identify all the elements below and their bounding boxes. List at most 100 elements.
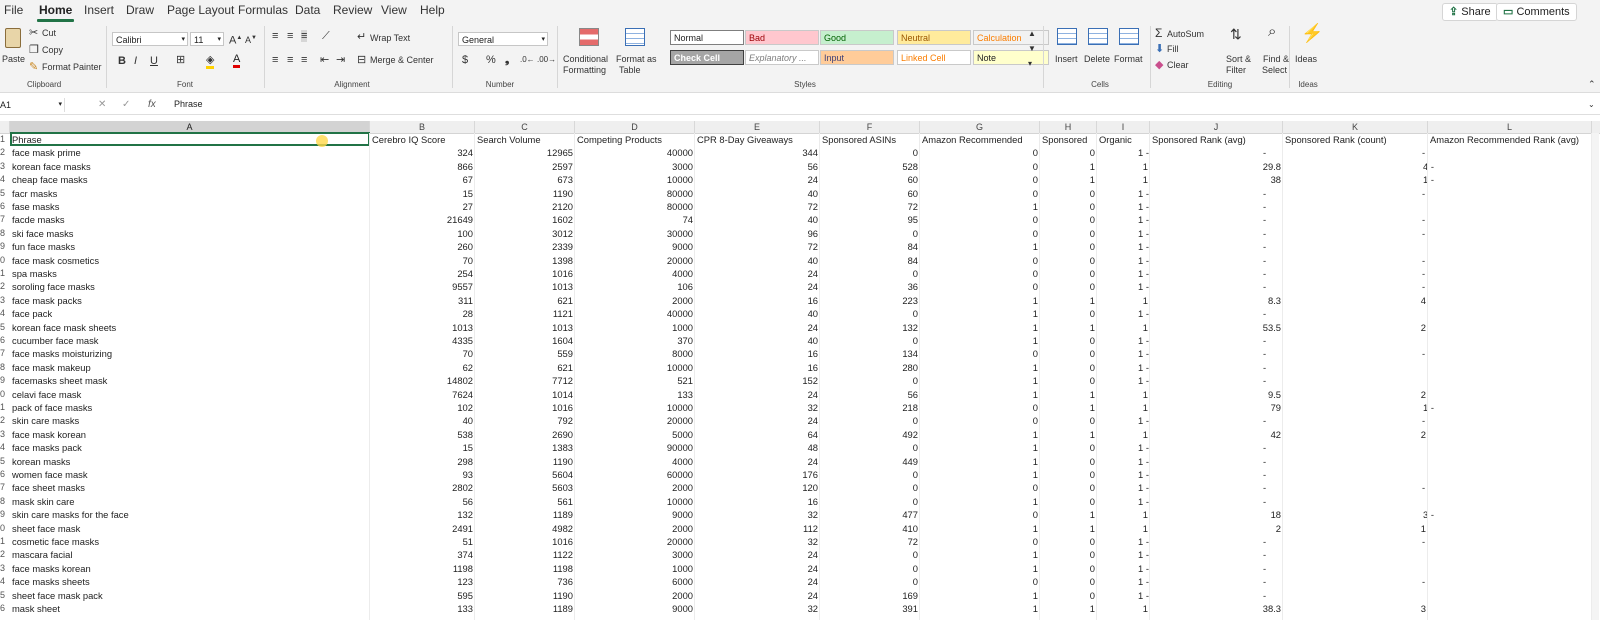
- cell[interactable]: 1 -: [1136, 548, 1166, 561]
- column-header-d[interactable]: D: [575, 121, 695, 133]
- cell[interactable]: 1 -: [1136, 334, 1166, 347]
- cell[interactable]: -: [1261, 495, 1281, 508]
- cell[interactable]: 42: [1150, 428, 1283, 441]
- cell[interactable]: -: [1420, 254, 1432, 267]
- cell[interactable]: 1 -: [1136, 187, 1166, 200]
- increase-decimal-icon[interactable]: .0←: [520, 54, 535, 66]
- cell[interactable]: 1013: [475, 280, 575, 293]
- cell[interactable]: 7712: [475, 374, 575, 387]
- cell[interactable]: 0: [820, 562, 920, 575]
- cell[interactable]: face masks pack: [10, 441, 370, 454]
- cell[interactable]: 1: [1040, 173, 1097, 186]
- cell[interactable]: 38: [1150, 173, 1283, 186]
- cell[interactable]: 2802: [370, 481, 475, 494]
- cell[interactable]: 1: [1040, 160, 1097, 173]
- tab-formulas[interactable]: Formulas: [238, 3, 288, 17]
- cell[interactable]: 0: [920, 414, 1040, 427]
- cell[interactable]: 1: [920, 548, 1040, 561]
- cell[interactable]: 40000: [575, 146, 695, 159]
- cell[interactable]: women face mask: [10, 468, 370, 481]
- cell[interactable]: 1000: [575, 562, 695, 575]
- gallery-down-icon[interactable]: ▼: [1028, 43, 1036, 55]
- sort-filter-button[interactable]: ⇅ Sort & Filter: [1222, 26, 1256, 76]
- cell[interactable]: 112: [695, 522, 820, 535]
- cell-style-8[interactable]: Linked Cell: [897, 50, 971, 65]
- cell[interactable]: 84: [820, 240, 920, 253]
- cell[interactable]: 53.5: [1150, 321, 1283, 334]
- align-center-icon[interactable]: ≡: [287, 54, 293, 66]
- cell[interactable]: 1: [920, 441, 1040, 454]
- cell[interactable]: -: [1261, 254, 1281, 267]
- cell[interactable]: 0: [820, 575, 920, 588]
- cell[interactable]: -: [1261, 481, 1281, 494]
- cell[interactable]: 32: [695, 535, 820, 548]
- align-right-icon[interactable]: ≡: [301, 54, 307, 66]
- row-number[interactable]: 7: [0, 213, 9, 226]
- cell[interactable]: 0: [920, 347, 1040, 360]
- cell[interactable]: 0: [1040, 481, 1097, 494]
- conditional-formatting-button[interactable]: Conditional Formatting: [563, 26, 611, 75]
- cell[interactable]: 64: [695, 428, 820, 441]
- cell[interactable]: -: [1420, 213, 1432, 226]
- header-cell[interactable]: CPR 8-Day Giveaways: [695, 133, 820, 146]
- cell[interactable]: 0: [1040, 548, 1097, 561]
- cell[interactable]: 24: [695, 562, 820, 575]
- cell[interactable]: 72: [695, 200, 820, 213]
- cell[interactable]: 0: [1040, 200, 1097, 213]
- cell[interactable]: 673: [475, 173, 575, 186]
- cell[interactable]: -: [1261, 200, 1281, 213]
- column-header-f[interactable]: F: [820, 121, 920, 133]
- cell[interactable]: 298: [370, 455, 475, 468]
- header-cell[interactable]: Search Volume: [475, 133, 575, 146]
- cell[interactable]: 9000: [575, 508, 695, 521]
- cell[interactable]: 80000: [575, 187, 695, 200]
- cell[interactable]: -: [1261, 280, 1281, 293]
- cell[interactable]: 2: [1283, 321, 1428, 334]
- cell[interactable]: 38.3: [1150, 602, 1283, 615]
- cell[interactable]: 80000: [575, 200, 695, 213]
- cell[interactable]: 132: [820, 321, 920, 334]
- cell[interactable]: facde masks: [10, 213, 370, 226]
- cell[interactable]: 9000: [575, 240, 695, 253]
- cell[interactable]: 2: [1283, 428, 1428, 441]
- column-header-k[interactable]: K: [1283, 121, 1428, 133]
- cell[interactable]: 2120: [475, 200, 575, 213]
- cell[interactable]: -: [1261, 562, 1281, 575]
- cell[interactable]: face mask cosmetics: [10, 254, 370, 267]
- cell[interactable]: 10000: [575, 401, 695, 414]
- cell[interactable]: 621: [475, 294, 575, 307]
- cell[interactable]: -: [1261, 361, 1281, 374]
- row-number[interactable]: 0: [0, 522, 9, 535]
- cell[interactable]: 0: [1040, 535, 1097, 548]
- cell[interactable]: -: [1420, 280, 1432, 293]
- cell[interactable]: 866: [370, 160, 475, 173]
- cell[interactable]: 0: [820, 441, 920, 454]
- clear-button[interactable]: Clear: [1167, 60, 1189, 70]
- header-cell[interactable]: Sponsored Rank (count): [1283, 133, 1428, 146]
- cell[interactable]: sheet face mask pack: [10, 589, 370, 602]
- column-header-b[interactable]: B: [370, 121, 475, 133]
- row-number[interactable]: 8: [0, 361, 9, 374]
- ribbon-collapse-icon[interactable]: ⌃: [1588, 78, 1596, 90]
- cell[interactable]: 1 -: [1136, 495, 1166, 508]
- cell[interactable]: [1283, 468, 1428, 481]
- row-number[interactable]: 6: [0, 602, 9, 615]
- cell[interactable]: 0: [920, 187, 1040, 200]
- cell[interactable]: 51: [370, 535, 475, 548]
- cell[interactable]: 1: [920, 522, 1040, 535]
- cell[interactable]: 4982: [475, 522, 575, 535]
- cell[interactable]: 32: [695, 401, 820, 414]
- cell[interactable]: 96: [695, 227, 820, 240]
- cell[interactable]: 56: [820, 388, 920, 401]
- cell[interactable]: mask sheet: [10, 602, 370, 615]
- cell[interactable]: 0: [920, 254, 1040, 267]
- cell[interactable]: 311: [370, 294, 475, 307]
- cell-style-3[interactable]: Neutral: [897, 30, 971, 45]
- cell[interactable]: 1: [920, 374, 1040, 387]
- currency-icon[interactable]: $: [462, 54, 468, 66]
- cell[interactable]: -: [1261, 535, 1281, 548]
- cell[interactable]: 0: [1040, 347, 1097, 360]
- cell[interactable]: 1: [920, 307, 1040, 320]
- cell[interactable]: 477: [820, 508, 920, 521]
- cell[interactable]: 0: [820, 481, 920, 494]
